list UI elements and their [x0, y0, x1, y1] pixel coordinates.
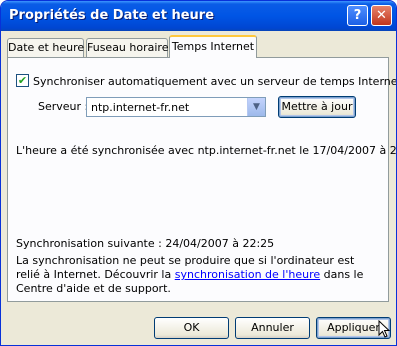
window-title: Propriétés de Date et heure: [9, 8, 215, 23]
chevron-down-icon[interactable]: ▼: [247, 98, 265, 116]
next-sync-text: Synchronisation suivante : 24/04/2007 à …: [16, 237, 275, 250]
help-button[interactable]: ?: [347, 5, 368, 26]
sync-checkbox-label[interactable]: Synchroniser automatiquement avec un ser…: [33, 75, 396, 88]
mouse-pointer-icon: [378, 320, 391, 338]
tab-internet-time[interactable]: Temps Internet: [169, 35, 257, 58]
date-time-properties-window: Propriétés de Date et heure ? ✕ Date et …: [0, 0, 397, 346]
sync-checkbox[interactable]: ✔: [16, 74, 29, 87]
info-text: La synchronisation ne peut se produire q…: [16, 254, 376, 296]
title-bar[interactable]: Propriétés de Date et heure ? ✕: [1, 1, 396, 31]
ok-button[interactable]: OK: [154, 317, 229, 339]
close-button[interactable]: ✕: [371, 5, 392, 26]
server-value: ntp.internet-fr.net: [91, 101, 190, 114]
server-combobox[interactable]: ntp.internet-fr.net ▼: [86, 97, 266, 117]
tab-date-and-time[interactable]: Date et heure: [7, 38, 84, 58]
server-label: Serveur :: [38, 100, 89, 113]
update-now-button[interactable]: Mettre à jour: [278, 96, 356, 118]
time-sync-help-link[interactable]: synchronisation de l'heure: [175, 268, 320, 281]
cancel-button[interactable]: Annuler: [235, 317, 310, 339]
sync-status-text: L'heure a été synchronisée avec ntp.inte…: [16, 144, 397, 157]
tab-time-zone[interactable]: Fuseau horaire: [86, 38, 168, 58]
